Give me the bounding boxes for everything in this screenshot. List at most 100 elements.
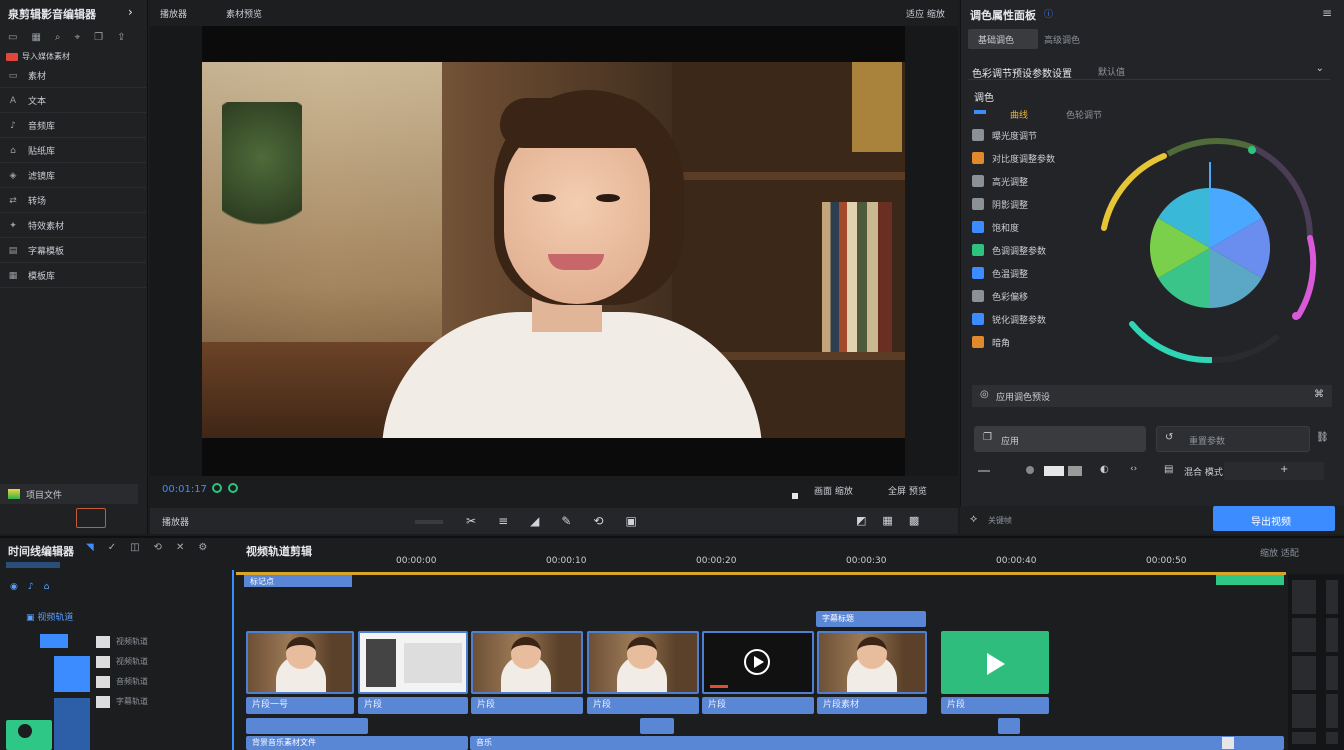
timeline-clip[interactable] (358, 631, 468, 694)
color-adjust-row[interactable]: 锐化调整参数 (972, 310, 1046, 328)
track-header-tab[interactable] (6, 562, 60, 568)
overlay-clip[interactable]: 字幕标题 (816, 611, 926, 627)
sub-tab-curves[interactable]: 曲线 (1010, 108, 1028, 121)
sidebar-item[interactable]: ✦ 特效素材 (0, 214, 146, 238)
clip-label-bar[interactable]: 片段素材 (817, 697, 927, 714)
wheel-handle-green[interactable] (1248, 146, 1256, 154)
audio-clip-2[interactable] (640, 718, 674, 734)
color-adjust-row[interactable]: 对比度调整参数 (972, 149, 1055, 167)
delete-icon[interactable]: ✕ (176, 542, 184, 553)
panel-icon[interactable]: ▭ (8, 32, 17, 43)
color-adjust-row[interactable]: 曝光度调节 (972, 126, 1037, 144)
swatch-gray[interactable] (1068, 466, 1082, 476)
clip-label-bar[interactable]: 片段 (587, 697, 699, 714)
clip-label-bar[interactable]: 片段 (941, 697, 1049, 714)
sidebar-item[interactable]: ⇄ 转场 (0, 189, 146, 213)
sidebar-item[interactable]: ▭ 素材 (0, 64, 146, 88)
playhead[interactable] (232, 570, 234, 750)
split-icon[interactable]: ◫ (130, 542, 139, 553)
cut-icon[interactable]: ✂ (466, 514, 476, 528)
reset-params-button[interactable]: ↺ 重置参数 (1156, 426, 1310, 452)
sidebar-item[interactable]: ◈ 滤镜库 (0, 164, 146, 188)
color-wheel[interactable] (1092, 128, 1332, 368)
video-preview-frame[interactable] (202, 62, 905, 438)
timeline-clip[interactable] (246, 631, 354, 694)
eye-icon[interactable]: ◉ (10, 582, 18, 592)
grid-view-icon[interactable]: ▦ (882, 514, 892, 527)
project-files-item[interactable]: 项目文件 (0, 484, 138, 504)
record-status-icon[interactable] (212, 483, 222, 493)
out-point-marker[interactable] (1216, 575, 1284, 585)
pen-icon[interactable]: ✎ (561, 514, 571, 528)
bgm-clip-2[interactable]: 音乐 (470, 736, 1284, 750)
clip-label-bar[interactable]: 片段 (702, 697, 814, 714)
collapse-chevron-icon[interactable]: › (128, 5, 133, 19)
sidebar-item[interactable]: ⌂ 贴纸库 (0, 139, 146, 163)
color-adjust-row[interactable]: 色彩偏移 (972, 287, 1028, 305)
sidebar-item[interactable]: ▤ 字幕模板 (0, 239, 146, 263)
menu-icon[interactable]: ≡ (1322, 6, 1332, 20)
import-tag[interactable]: 导入媒体素材 (6, 51, 70, 62)
color-adjust-row[interactable]: 阴影调整 (972, 195, 1028, 213)
doc-icon[interactable]: ▤ (1164, 464, 1173, 475)
copy-icon[interactable]: ❐ (94, 32, 103, 43)
timeline-ruler[interactable]: 00:00:00 00:00:10 00:00:20 00:00:30 00:00:40… (236, 556, 1286, 570)
track-header-audio[interactable] (54, 698, 90, 750)
sidebar-item[interactable]: ♪ 音频库 (0, 114, 146, 138)
track-header-1[interactable] (40, 634, 68, 648)
keyframe-icon[interactable]: ⟡ (970, 512, 977, 526)
apply-button[interactable]: ❐ 应用 (974, 426, 1146, 452)
track-header-thumb[interactable] (54, 656, 90, 692)
clip-label-bar[interactable]: 片段一号 (246, 697, 354, 714)
color-adjust-row[interactable]: 暗角 (972, 333, 1010, 351)
color-adjust-row[interactable]: 高光调整 (972, 172, 1028, 190)
dot-icon[interactable] (1026, 466, 1034, 474)
tab-preview[interactable]: 素材预览 (226, 7, 262, 20)
zoom-label[interactable]: 画面 缩放 (814, 484, 853, 497)
sub-tab-color-wheel[interactable]: 色轮调节 (1066, 108, 1102, 121)
info-icon[interactable]: ⓘ (1044, 7, 1053, 20)
timeline-clip[interactable] (941, 631, 1049, 694)
crop-icon[interactable]: ◢ (530, 514, 539, 528)
snapshot-icon[interactable]: ◩ (856, 514, 866, 527)
timeline-clip[interactable] (471, 631, 583, 694)
clip-label-bar[interactable]: 片段 (358, 697, 468, 714)
preset-dropdown[interactable]: 色彩调节预设参数设置 默认值 ⌄ (968, 62, 1330, 80)
tab-basic-color[interactable]: 基础调色 (968, 29, 1038, 49)
rotate-icon[interactable]: ⟲ (593, 514, 603, 528)
clip-label-bar[interactable]: 片段 (471, 697, 583, 714)
settings-icon[interactable]: ⚙ (198, 542, 207, 553)
search-icon[interactable]: ⌕ (55, 32, 61, 43)
record-button[interactable] (76, 508, 106, 528)
check-icon[interactable]: ✓ (108, 542, 116, 553)
audio-clip-1[interactable] (246, 718, 368, 734)
sidebar-item[interactable]: ▦ 模板库 (0, 264, 146, 288)
add-track-button[interactable] (6, 720, 52, 750)
undo-icon[interactable]: ⟲ (154, 542, 162, 553)
lock-icon[interactable]: ▩ (909, 514, 919, 527)
share-icon[interactable]: ⇪ (117, 32, 125, 43)
color-adjust-row[interactable]: 色温调整 (972, 264, 1028, 282)
color-adjust-row[interactable]: 色调调整参数 (972, 241, 1046, 259)
lut-preset-bar[interactable]: ◎ 应用调色预设 ⌘ (972, 385, 1332, 407)
blend-mode-select[interactable]: + (1224, 462, 1324, 480)
color-adjust-row[interactable]: 饱和度 (972, 218, 1019, 236)
lock-track-icon[interactable]: ⌂ (44, 582, 50, 592)
bgm-clip[interactable]: 背景音乐素材文件 (246, 736, 468, 750)
timeline-clip[interactable] (587, 631, 699, 694)
list-icon[interactable]: ≡ (498, 514, 508, 528)
link-icon[interactable]: ⛓ (1316, 432, 1329, 443)
swatch-white[interactable] (1044, 466, 1064, 476)
audio-clip-3[interactable] (998, 718, 1020, 734)
scrub-bar[interactable] (415, 520, 443, 524)
fit-zoom-control[interactable]: 适应 缩放 (906, 7, 945, 20)
mask-icon[interactable]: ◐ (1100, 464, 1109, 475)
timeline-clip[interactable] (817, 631, 927, 694)
fullscreen-label[interactable]: 全屏 预览 (888, 484, 927, 497)
tab-player[interactable]: 播放器 (160, 7, 187, 20)
wheel-handle-magenta[interactable] (1292, 312, 1300, 320)
grid-icon[interactable]: ▦ (31, 32, 40, 43)
timeline-clip[interactable] (702, 631, 814, 694)
in-point-marker[interactable]: 标记点 (244, 575, 352, 587)
frame-icon[interactable]: ▣ (625, 514, 636, 528)
